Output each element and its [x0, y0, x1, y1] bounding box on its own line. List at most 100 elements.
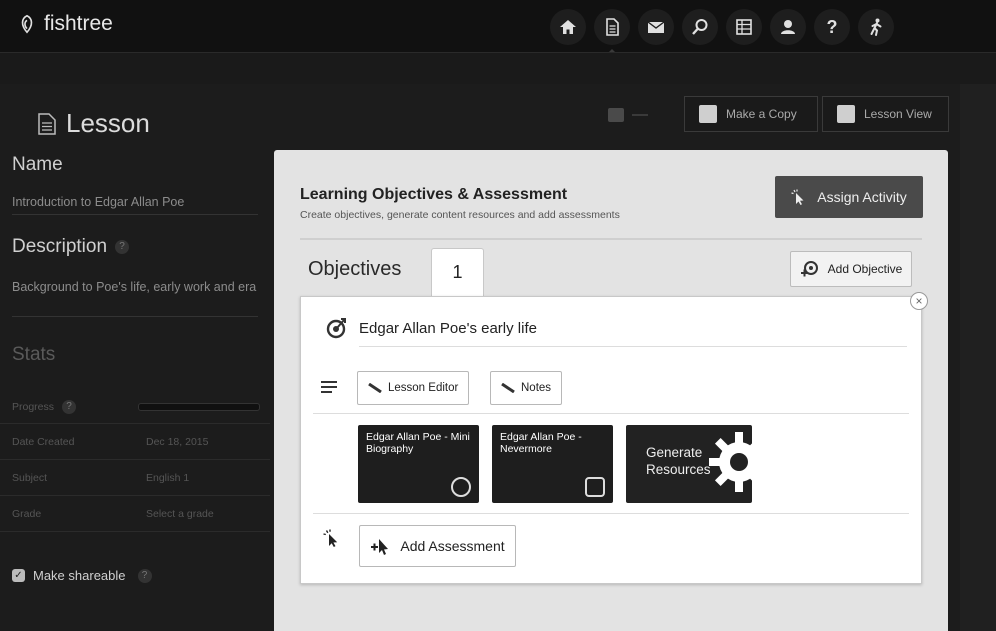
stat-key: Grade	[12, 508, 42, 520]
add-cursor-icon	[371, 539, 389, 555]
assign-activity-label: Assign Activity	[817, 189, 907, 205]
target-icon	[326, 318, 346, 339]
stat-value: Dec 18, 2015	[146, 436, 209, 448]
stat-value[interactable]: English 1	[146, 472, 189, 484]
make-shareable-toggle[interactable]: ✓ Make shareable ?	[12, 568, 152, 583]
objective-card: Edgar Allan Poe's early life Lesson Edit…	[300, 296, 922, 584]
add-objective-button[interactable]: Add Objective	[790, 251, 912, 287]
shareable-checkbox[interactable]: ✓	[12, 569, 25, 582]
lesson-view-button[interactable]: Lesson View	[822, 96, 949, 132]
lesson-editor-button[interactable]: Lesson Editor	[357, 371, 470, 405]
nav-messages-button[interactable]	[638, 9, 674, 45]
stat-key: Progress?	[12, 400, 77, 414]
stat-row-subject: Subject English 1	[0, 460, 270, 496]
panel-title: Learning Objectives & Assessment	[300, 186, 568, 203]
app-logo[interactable]: fishtree	[16, 12, 113, 36]
description-label: Description?	[12, 236, 130, 258]
assign-activity-button[interactable]: Assign Activity	[775, 176, 923, 218]
cursor-click-icon	[791, 189, 804, 205]
page-title: Lesson	[38, 108, 150, 139]
document-icon	[606, 18, 619, 36]
help-icon: ?	[826, 16, 838, 37]
copy-icon	[699, 105, 717, 123]
objective-tab-1[interactable]: 1	[431, 248, 484, 296]
description-field[interactable]: Background to Poe's life, early work and…	[12, 279, 258, 295]
main-nav: ?	[550, 9, 894, 56]
resource-tile-document[interactable]: Edgar Allan Poe - Nevermore	[492, 425, 613, 503]
stat-row-progress: Progress?	[0, 388, 270, 424]
walking-icon	[870, 18, 882, 36]
lesson-editor-label: Lesson Editor	[388, 382, 459, 394]
stat-key-text: Progress	[12, 400, 55, 413]
resource-title: Edgar Allan Poe - Nevermore	[500, 431, 582, 455]
close-icon[interactable]: ×	[910, 292, 928, 310]
search-icon	[692, 19, 708, 35]
divider	[12, 214, 258, 215]
app-name: fishtree	[44, 12, 113, 35]
divider	[300, 238, 922, 240]
add-assessment-button[interactable]: Add Assessment	[359, 525, 516, 567]
user-icon	[781, 20, 795, 34]
make-copy-button[interactable]: Make a Copy	[684, 96, 818, 132]
nav-gradebook-button[interactable]	[726, 9, 762, 45]
stat-key: Date Created	[12, 436, 75, 448]
progress-bar	[138, 403, 260, 411]
lines-icon	[321, 381, 337, 396]
divider	[632, 114, 648, 116]
objectives-panel: Learning Objectives & Assessment Create …	[274, 150, 948, 631]
add-assessment-label: Add Assessment	[400, 538, 505, 554]
document-icon	[585, 477, 605, 497]
divider	[313, 513, 909, 514]
help-icon[interactable]: ?	[62, 400, 77, 414]
help-icon[interactable]: ?	[115, 239, 130, 254]
add-target-icon	[800, 261, 818, 277]
name-field[interactable]: Introduction to Edgar Allan Poe	[12, 194, 184, 210]
description-label-text: Description	[12, 236, 108, 257]
objective-title: Edgar Allan Poe's early life	[325, 317, 537, 339]
nav-home-button[interactable]	[550, 9, 586, 45]
play-icon	[451, 477, 471, 497]
add-objective-label: Add Objective	[827, 262, 903, 276]
stats-label: Stats	[12, 344, 56, 365]
grade-select[interactable]: Select a grade	[146, 508, 214, 520]
divider	[313, 413, 909, 414]
stat-row-grade: Grade Select a grade	[0, 496, 270, 532]
scroll-area	[960, 84, 996, 631]
panel-subtitle: Create objectives, generate content reso…	[300, 209, 620, 221]
nav-profile-button[interactable]	[770, 9, 806, 45]
divider	[359, 346, 907, 347]
nav-help-button[interactable]: ?	[814, 9, 850, 45]
document-icon	[38, 112, 56, 135]
make-copy-label: Make a Copy	[726, 107, 797, 121]
generate-resources-button[interactable]: Generate Resources	[626, 425, 752, 503]
objective-title-text[interactable]: Edgar Allan Poe's early life	[359, 320, 537, 337]
home-icon	[560, 20, 576, 34]
cursor-click-icon	[323, 529, 338, 547]
resource-title: Edgar Allan Poe - Mini Biography	[366, 431, 470, 455]
nav-logout-button[interactable]	[858, 9, 894, 45]
top-bar: fishtree ?	[0, 0, 996, 56]
save-icon	[608, 108, 624, 122]
nav-search-button[interactable]	[682, 9, 718, 45]
pencil-icon	[501, 383, 515, 393]
pencil-icon	[368, 383, 382, 393]
stat-key: Subject	[12, 472, 48, 484]
help-icon[interactable]: ?	[137, 568, 152, 583]
sub-bar	[0, 52, 996, 84]
shareable-label: Make shareable	[33, 568, 126, 583]
divider	[12, 316, 258, 317]
nav-lessons-button[interactable]	[594, 9, 630, 56]
objectives-label: Objectives	[308, 258, 402, 280]
name-label: Name	[12, 154, 63, 175]
stat-row-date-created: Date Created Dec 18, 2015	[0, 424, 270, 460]
list-icon	[736, 19, 752, 35]
page-title-text: Lesson	[66, 108, 150, 138]
mail-icon	[647, 21, 665, 33]
notes-button[interactable]: Notes	[490, 371, 563, 405]
lesson-view-label: Lesson View	[864, 107, 932, 121]
resource-tile-video[interactable]: Edgar Allan Poe - Mini Biography	[358, 425, 479, 503]
fish-logo-icon	[21, 14, 33, 34]
toolbar-disabled-controls	[608, 108, 648, 122]
gear-icon	[709, 432, 752, 492]
notes-label: Notes	[521, 382, 552, 394]
